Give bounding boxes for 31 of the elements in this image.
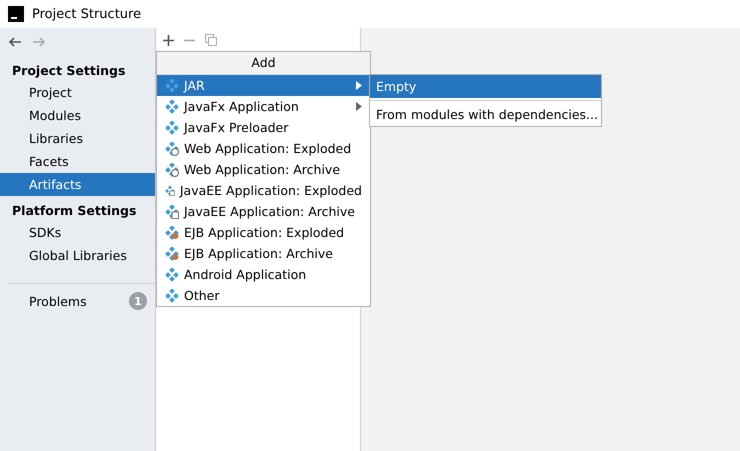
section-heading: Project Settings xyxy=(11,62,126,80)
sidebar-item[interactable]: Facets xyxy=(0,150,155,173)
add-icon[interactable] xyxy=(163,34,174,46)
diamond-icon xyxy=(165,288,179,302)
sidebar-item[interactable]: Problems xyxy=(29,294,87,308)
sidebar-item[interactable]: Artifacts xyxy=(0,173,155,196)
menu-item[interactable]: JAR xyxy=(157,75,370,96)
sidebar-item[interactable]: SDKs xyxy=(0,221,155,244)
diamond-icon xyxy=(165,100,179,114)
menu-item[interactable]: Empty xyxy=(370,75,601,98)
copy-icon[interactable] xyxy=(205,34,217,46)
bean-icon xyxy=(165,246,179,260)
sidebar-item[interactable]: Global Libraries xyxy=(0,244,155,267)
package-icon xyxy=(165,204,179,218)
sidebar-item[interactable]: Libraries xyxy=(0,127,155,150)
sidebar-item[interactable]: Project xyxy=(0,81,155,104)
forward-arrow-icon[interactable] xyxy=(32,37,46,47)
diamond-icon xyxy=(165,268,179,282)
package-icon xyxy=(165,184,175,198)
bean-icon xyxy=(165,226,179,240)
count-badge: 1 xyxy=(129,292,147,310)
back-arrow-icon[interactable] xyxy=(8,37,22,47)
window-title: Project Structure xyxy=(32,6,142,22)
app-logo-icon xyxy=(8,6,24,22)
menu-title: Add xyxy=(157,52,370,75)
globe-icon xyxy=(165,142,179,156)
diamond-icon xyxy=(165,78,179,92)
section-heading: Platform Settings xyxy=(11,202,138,220)
globe-icon xyxy=(165,162,179,176)
diamond-icon xyxy=(165,120,179,134)
sidebar-item[interactable]: Modules xyxy=(0,104,155,127)
